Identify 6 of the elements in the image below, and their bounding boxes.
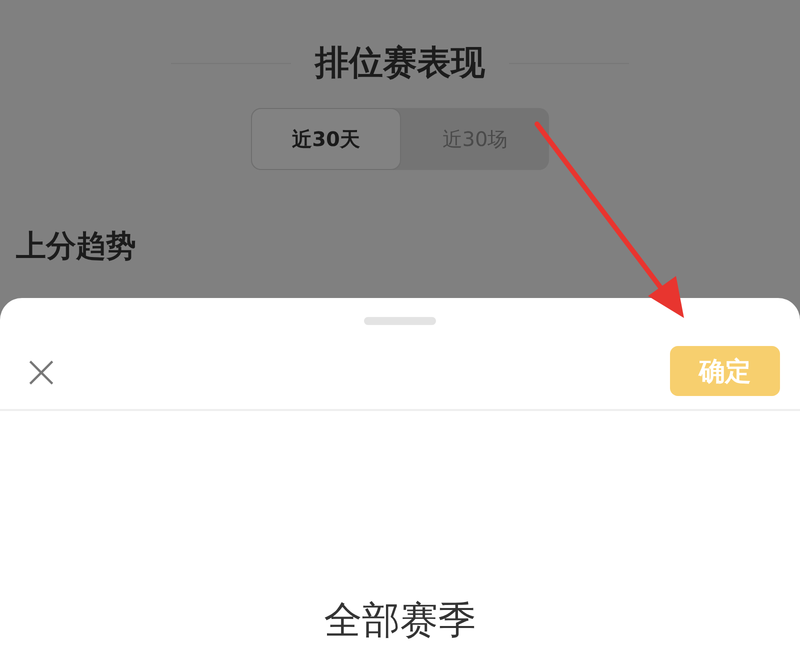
page-title: 排位赛表现 bbox=[315, 42, 485, 85]
section-title: 上分趋势 bbox=[16, 228, 137, 266]
close-button[interactable]: × bbox=[18, 348, 65, 394]
drag-handle[interactable] bbox=[364, 317, 436, 325]
tab[interactable]: 近30天 bbox=[251, 108, 401, 170]
season-option[interactable]: 全部赛季 bbox=[324, 595, 476, 646]
